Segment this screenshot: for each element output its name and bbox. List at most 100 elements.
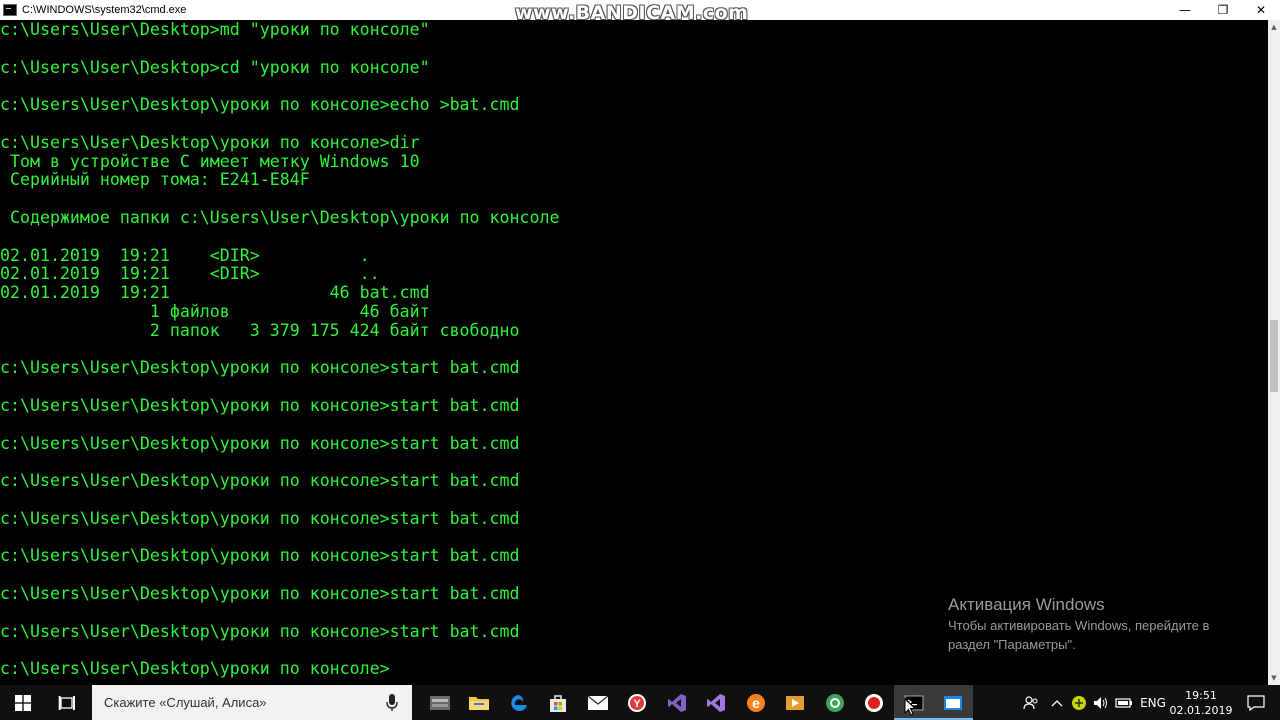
minimize-button[interactable]: — (1166, 0, 1204, 20)
activation-line-1: Чтобы активировать Windows, перейдите в (948, 618, 1210, 633)
console-line: c:\Users\User\Desktop>md "уроки по консо… (0, 20, 430, 39)
search-placeholder: Скажите «Слушай, Алиса» (104, 695, 267, 710)
taskbar-app-edge[interactable] (499, 685, 539, 720)
microphone-icon (386, 694, 398, 711)
green-yellow-tray-icon (1072, 695, 1086, 710)
scroll-thumb[interactable] (1270, 320, 1278, 392)
close-button[interactable]: ✕ (1242, 0, 1280, 20)
file-explorer-icon (469, 696, 490, 710)
taskbar-app-visual-studio-2[interactable] (697, 685, 737, 720)
edge-icon (511, 694, 527, 711)
maximize-button[interactable]: ❐ (1204, 0, 1242, 20)
green-app-icon (825, 693, 844, 712)
console-area[interactable]: c:\Users\User\Desktop>md "уроки по консо… (0, 20, 1268, 685)
show-hidden-icons-button[interactable] (1046, 685, 1068, 720)
file-manager-icon (429, 695, 450, 710)
console-line: 02.01.2019 19:21 <DIR> .. (0, 264, 380, 284)
windows-logo-icon (14, 694, 31, 711)
visual-studio-icon (667, 693, 686, 712)
console-line: c:\Users\User\Desktop\уроки по консоле>s… (0, 471, 520, 491)
taskbar-app-file-manager[interactable] (420, 685, 460, 720)
clock[interactable]: 19:51 02.01.2019 (1169, 685, 1233, 720)
taskbar-app-visual-studio[interactable] (657, 685, 697, 720)
vertical-scrollbar[interactable]: ▲ ▼ (1268, 20, 1280, 685)
scroll-down-icon[interactable]: ▼ (1268, 671, 1280, 685)
mail-icon (587, 694, 609, 710)
console-line: Том в устройстве C имеет метку Windows 1… (0, 151, 420, 171)
title-bar[interactable]: C:\WINDOWS\system32\cmd.exe www.BANDICAM… (0, 0, 1280, 23)
console-line: 02.01.2019 19:21 46 bat.cmd (0, 283, 430, 303)
clock-date: 02.01.2019 (1169, 703, 1233, 717)
console-line: c:\Users\User\Desktop\уроки по консоле>s… (0, 508, 520, 528)
taskbar-app-e[interactable]: e (736, 685, 776, 720)
task-view-icon (58, 695, 75, 710)
battery-plug-icon (1115, 697, 1132, 708)
taskbar-app-media[interactable] (776, 685, 816, 720)
task-view-button[interactable] (45, 685, 89, 720)
yandex-browser-icon: Y (628, 693, 647, 712)
console-line: c:\Users\User\Desktop\уроки по консоле>s… (0, 395, 520, 415)
console-line: 02.01.2019 19:21 <DIR> . (0, 245, 370, 265)
activation-line-2: раздел "Параметры". (948, 637, 1076, 652)
console-line: Содержимое папки c:\Users\User\Desktop\у… (0, 207, 560, 227)
activation-title: Активация Windows (948, 595, 1105, 614)
taskbar-app-blue-window[interactable] (933, 685, 973, 720)
console-output: c:\Users\User\Desktop>md "уроки по консо… (0, 20, 1268, 679)
taskbar-app-mail[interactable] (578, 685, 618, 720)
e-app-icon: e (746, 693, 765, 712)
console-line: c:\Users\User\Desktop\уроки по консоле>s… (0, 358, 520, 378)
battery-button[interactable] (1112, 685, 1136, 720)
start-button[interactable] (0, 685, 45, 720)
notification-icon (1247, 694, 1265, 711)
console-line: c:\Users\User\Desktop>cd "уроки по консо… (0, 57, 430, 77)
search-box[interactable]: Скажите «Слушай, Алиса» (92, 685, 412, 720)
media-player-icon (786, 695, 805, 710)
tray-app[interactable] (1068, 685, 1090, 720)
console-line: c:\Users\User\Desktop\уроки по консоле> (0, 659, 390, 679)
visual-studio-2-icon (707, 693, 726, 712)
blue-window-icon (944, 695, 963, 710)
console-line: c:\Users\User\Desktop\уроки по консоле>s… (0, 546, 520, 566)
console-line: Серийный номер тома: E241-E84F (0, 170, 310, 190)
scroll-up-icon[interactable]: ▲ (1268, 20, 1280, 34)
svg-text:Y: Y (634, 698, 642, 710)
people-icon (1023, 695, 1038, 709)
taskbar-app-green[interactable] (815, 685, 855, 720)
svg-text:e: e (752, 695, 760, 711)
window-title: C:\WINDOWS\system32\cmd.exe (22, 4, 187, 16)
taskbar-app-store[interactable] (539, 685, 579, 720)
console-line: c:\Users\User\Desktop\уроки по консоле>s… (0, 433, 520, 453)
language-indicator[interactable]: ENG (1136, 685, 1170, 720)
mouse-cursor-icon (904, 698, 916, 716)
cmd-window-icon[interactable] (3, 4, 17, 16)
volume-button[interactable] (1090, 685, 1112, 720)
taskbar-app-yandex[interactable]: Y (618, 685, 658, 720)
chevron-up-icon (1051, 699, 1063, 706)
taskbar: Скажите «Слушай, Алиса» Y e ENG 19:51 02… (0, 685, 1280, 720)
taskbar-app-record[interactable] (855, 685, 895, 720)
action-center-button[interactable] (1232, 685, 1280, 720)
store-icon (550, 694, 567, 712)
console-line: 2 папок 3 379 175 424 байт свободно (0, 320, 520, 340)
console-line: c:\Users\User\Desktop\уроки по консоле>d… (0, 132, 420, 152)
console-line: 1 файлов 46 байт (0, 301, 430, 321)
console-line: c:\Users\User\Desktop\уроки по консоле>e… (0, 95, 520, 115)
record-icon (865, 693, 884, 712)
taskbar-app-explorer[interactable] (460, 685, 500, 720)
clock-time: 19:51 (1185, 688, 1217, 702)
speaker-icon (1094, 696, 1107, 709)
windows-activation-notice: Активация Windows Чтобы активировать Win… (948, 594, 1209, 654)
people-button[interactable] (1016, 685, 1046, 720)
